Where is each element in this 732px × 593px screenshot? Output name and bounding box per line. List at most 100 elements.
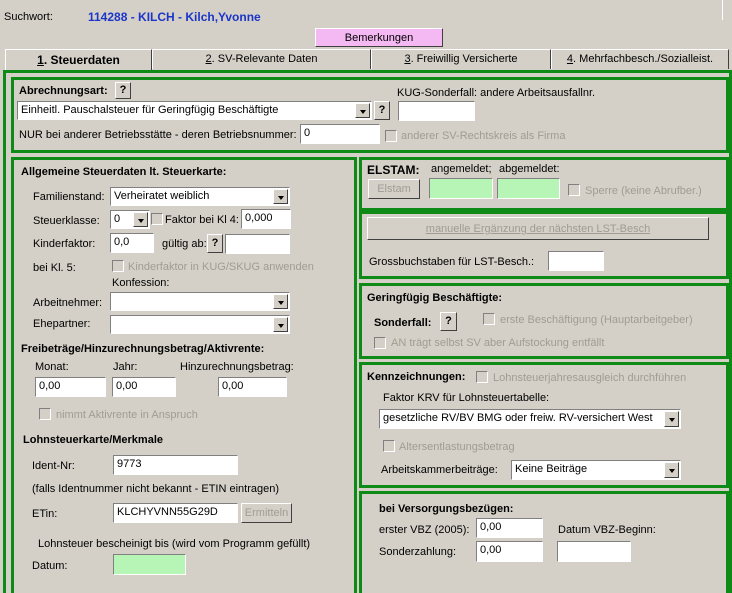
lohnsteuerkarte-title: Lohnsteuerkarte/Merkmale [23, 434, 163, 446]
sonderfall-help-button[interactable]: ? [440, 312, 457, 331]
grossbuchstaben-field[interactable] [548, 251, 604, 271]
tab-steuerdaten-num: 1 [37, 53, 44, 67]
jahr-field[interactable]: 0,00 [112, 377, 176, 397]
gueltig-label: gültig ab: [162, 238, 207, 250]
erste-beschaeftigung-label: erste Beschäftigung (Hauptarbeitgeber) [500, 314, 693, 326]
freibetraege-title: Freibeträge/Hinzurechnungsbetrag/Aktivre… [21, 343, 265, 355]
faktor-label: Faktor bei Kl 4: [165, 214, 239, 226]
monat-field[interactable]: 0,00 [35, 377, 106, 397]
arbeitskammer-value: Keine Beiträge [515, 463, 588, 475]
betrieb-label: NUR bei anderer Betriebsstätte - deren B… [19, 129, 297, 141]
angemeldet-field[interactable] [429, 178, 493, 199]
bemerkungen-button[interactable]: Bemerkungen [315, 28, 443, 47]
erste-beschaeftigung-checkbox[interactable] [483, 313, 495, 325]
vbz-datum-field[interactable] [557, 541, 631, 562]
tab-sv-label: . SV-Relevante Daten [211, 53, 318, 65]
sonderfall-label: Sonderfall: [374, 317, 432, 329]
jahresausgleich-checkbox[interactable] [476, 371, 488, 383]
tab-steuerdaten[interactable]: 1. Steuerdaten [5, 49, 152, 71]
hinzurechnung-label: Hinzurechnungsbetrag: [180, 361, 294, 373]
krv-select[interactable]: gesetzliche RV/BV BMG oder freiw. RV-ver… [379, 409, 681, 429]
vbz-field[interactable]: 0,00 [476, 518, 543, 538]
abrechnung-help2-button[interactable]: ? [374, 101, 390, 120]
geringfuegig-title: Geringfügig Beschäftigte: [367, 292, 503, 304]
kinderfaktor-kug-label: Kinderfaktor in KUG/SKUG anwenden [128, 261, 314, 273]
etin-hint: (falls Identnummer nicht bekannt - ETIN … [32, 483, 280, 495]
aktivrente-checkbox[interactable] [39, 408, 51, 420]
chevron-down-icon[interactable] [664, 411, 679, 427]
kug-field[interactable] [398, 101, 475, 121]
chevron-down-icon[interactable] [273, 189, 288, 204]
datum-label: Datum: [32, 560, 68, 572]
vbz-datum-label: Datum VBZ-Beginn: [558, 524, 656, 536]
kinderfaktor-field[interactable]: 0,0 [110, 233, 154, 253]
sonderzahlung-field[interactable]: 0,00 [476, 541, 543, 562]
chevron-down-icon[interactable] [133, 212, 148, 227]
altersentlastung-label: Altersentlastungsbetrag [399, 441, 515, 453]
kinderfaktor-kug-checkbox[interactable] [112, 260, 124, 272]
elstam-button[interactable]: Elstam [368, 179, 420, 199]
ermitteln-button[interactable]: Ermitteln [241, 503, 292, 523]
jahresausgleich-label: Lohnsteuerjahresausgleich durchführen [493, 372, 687, 384]
abrechnungsart-select[interactable]: Einheitl. Pauschalsteuer für Geringfügig… [17, 101, 372, 120]
chevron-down-icon[interactable] [273, 294, 288, 309]
elstam-title: ELSTAM: [367, 163, 420, 177]
faktor-checkbox[interactable] [151, 213, 163, 225]
etin-field[interactable]: KLCHYVNN55G29D [113, 503, 238, 523]
tab-mehrfachbesch[interactable]: 4. Mehrfachbesch./Sozialleist. [551, 49, 729, 69]
konfession-ehepartner-select[interactable] [110, 315, 290, 334]
datum-field[interactable] [113, 554, 186, 575]
window-edge [722, 0, 732, 20]
steuerklasse-value: 0 [114, 213, 121, 225]
abrechnungsart-value: Einheitl. Pauschalsteuer für Geringfügig… [21, 104, 279, 116]
tab-sv-relevante-daten[interactable]: 2. SV-Relevante Daten [152, 49, 371, 69]
abgemeldet-field[interactable] [497, 178, 560, 199]
arbeitskammer-select[interactable]: Keine Beiträge [511, 460, 681, 480]
kennzeichnungen-title: Kennzeichnungen: [367, 371, 466, 383]
sperre-label: Sperre (keine Abrufber.) [585, 185, 702, 197]
sperre-checkbox[interactable] [568, 184, 580, 196]
faktor-field[interactable]: 0,000 [241, 209, 291, 229]
sv-rechtskreis-label: anderer SV-Rechtskreis als Firma [401, 130, 566, 142]
betriebsnummer-field[interactable]: 0 [300, 124, 380, 144]
an-traegt-label: AN trägt selbst SV aber Aufstockung entf… [391, 337, 605, 349]
gueltig-help-button[interactable]: ? [207, 234, 223, 253]
tab-mehrfach-label: . Mehrfachbesch./Sozialleist. [573, 53, 714, 65]
ident-label: Ident-Nr: [32, 460, 75, 472]
monat-label: Monat: [35, 361, 69, 373]
steuerklasse-select[interactable]: 0 [110, 210, 150, 229]
sv-rechtskreis-checkbox[interactable] [385, 130, 397, 142]
tab-freiwillig-versicherte[interactable]: 3. Freiwillig Versicherte [371, 49, 551, 69]
steuerdaten-title: Allgemeine Steuerdaten lt. Steuerkarte: [21, 166, 227, 178]
versorgung-title: bei Versorgungsbezügen: [379, 503, 514, 515]
krv-label: Faktor KRV für Lohnsteuertabelle: [383, 392, 550, 404]
konfession-label: Konfession: [112, 277, 170, 289]
gueltig-field[interactable] [225, 234, 290, 254]
grossbuchstaben-label: Grossbuchstaben für LST-Besch.: [369, 256, 535, 268]
familienstand-value: Verheiratet weiblich [114, 190, 210, 202]
arbeitskammer-label: Arbeitskammerbeiträge: [381, 464, 498, 476]
sonderzahlung-label: Sonderzahlung: [379, 546, 457, 558]
abrechnung-help-button[interactable]: ? [115, 82, 131, 99]
chevron-down-icon[interactable] [273, 317, 288, 332]
familienstand-select[interactable]: Verheiratet weiblich [110, 187, 290, 206]
hinzurechnung-field[interactable]: 0,00 [218, 377, 287, 397]
bescheinigt-label: Lohnsteuer bescheinigt bis (wird vom Pro… [38, 538, 311, 550]
altersentlastung-checkbox[interactable] [383, 440, 395, 452]
bemerkungen-label: Bemerkungen [344, 32, 414, 44]
abrechnung-title: Abrechnungsart: [19, 85, 108, 97]
suchwort-value: 114288 - KILCH - Kilch,Yvonne [88, 10, 261, 24]
ehepartner-label: Ehepartner: [33, 318, 91, 330]
ident-field[interactable]: 9773 [113, 455, 238, 475]
chevron-down-icon[interactable] [664, 462, 679, 478]
chevron-down-icon[interactable] [355, 103, 370, 118]
angemeldet-label: angemeldet; [431, 163, 492, 175]
kinderfaktor-label: Kinderfaktor: [33, 238, 96, 250]
krv-value: gesetzliche RV/BV BMG oder freiw. RV-ver… [383, 412, 653, 424]
vbz-label: erster VBZ (2005): [379, 524, 470, 536]
jahr-label: Jahr: [113, 361, 138, 373]
konfession-arbeitnehmer-select[interactable] [110, 292, 290, 311]
arbeitnehmer-label: Arbeitnehmer: [33, 297, 103, 309]
manuelle-ergaenzung-button[interactable]: manuelle Ergänzung der nächsten LST-Besc… [367, 217, 709, 240]
an-traegt-checkbox[interactable] [374, 337, 386, 349]
